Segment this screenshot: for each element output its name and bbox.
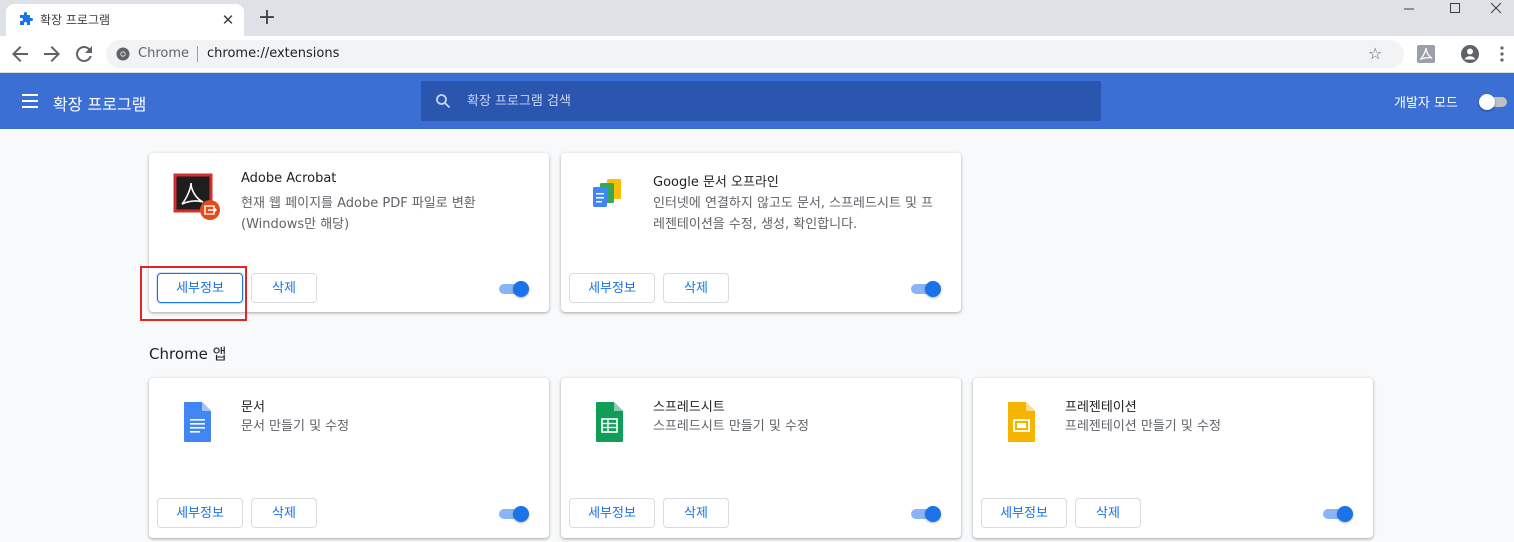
minimize-button[interactable]: [1386, 0, 1432, 20]
profile-avatar-icon[interactable]: [1460, 44, 1480, 64]
extension-description: 인터넷에 연결하지 않고도 문서, 스프레드시트 및 프레젠테이션을 수정, 생…: [653, 196, 934, 232]
app-description: 스프레드시트 만들기 및 수정: [653, 419, 809, 434]
maximize-icon: [1450, 3, 1460, 13]
extensions-header: 확장 프로그램 개발자 모드: [0, 73, 1514, 129]
extension-name: Adobe Acrobat: [241, 171, 337, 186]
app-card-slides: 프레젠테이션 프레젠테이션 만들기 및 수정 세부정보 삭제: [973, 378, 1373, 538]
google-docs-icon: [184, 402, 211, 442]
app-card-docs: 문서 문서 만들기 및 수정 세부정보 삭제: [149, 378, 549, 538]
enable-toggle[interactable]: [909, 505, 943, 523]
adobe-acrobat-icon: [173, 173, 220, 220]
app-card-sheets: 스프레드시트 스프레드시트 만들기 및 수정 세부정보 삭제: [561, 378, 961, 538]
tab-title: 확장 프로그램: [40, 13, 111, 27]
puzzle-piece-icon: [20, 12, 33, 25]
details-button[interactable]: 세부정보: [569, 498, 655, 528]
tab-strip: 확장 프로그램 ✕ +: [0, 0, 1514, 36]
google-docs-offline-icon: [593, 179, 621, 207]
back-arrow-icon[interactable]: [8, 42, 32, 66]
omnibox-url[interactable]: chrome://extensions: [207, 46, 339, 61]
close-icon: [1490, 2, 1502, 14]
maximize-button[interactable]: [1432, 0, 1478, 20]
google-slides-icon: [1008, 402, 1035, 442]
extension-name: Google 문서 오프라인: [653, 175, 779, 190]
enable-toggle[interactable]: [909, 280, 943, 298]
adobe-acrobat-extension-icon[interactable]: [1416, 44, 1436, 64]
close-tab-icon[interactable]: ✕: [220, 12, 236, 28]
app-description: 프레젠테이션 만들기 및 수정: [1065, 419, 1221, 434]
highlight-box: [140, 266, 247, 321]
bookmark-star-icon[interactable]: ☆: [1368, 44, 1382, 63]
enable-toggle[interactable]: [497, 505, 531, 523]
details-button[interactable]: 세부정보: [157, 498, 243, 528]
remove-button[interactable]: 삭제: [1075, 498, 1141, 528]
chrome-icon: [116, 47, 130, 61]
extension-description: 현재 웹 페이지를 Adobe PDF 파일로 변환 (Windows만 해당): [241, 196, 476, 232]
hamburger-menu-icon[interactable]: [22, 94, 38, 108]
omnibox-site-chip: Chrome: [138, 46, 189, 61]
extension-card-google-docs-offline: Google 문서 오프라인 인터넷에 연결하지 않고도 문서, 스프레드시트 …: [561, 153, 961, 312]
search-box[interactable]: [421, 81, 1101, 121]
close-window-button[interactable]: [1478, 0, 1514, 20]
search-input[interactable]: [467, 81, 1087, 121]
enable-toggle[interactable]: [497, 280, 531, 298]
app-name: 스프레드시트: [653, 400, 725, 415]
remove-button[interactable]: 삭제: [251, 498, 317, 528]
omnibox-divider: [197, 46, 198, 62]
search-icon: [436, 94, 451, 109]
minimize-icon: [1404, 8, 1414, 10]
remove-button[interactable]: 삭제: [663, 498, 729, 528]
developer-mode-toggle[interactable]: [1477, 94, 1509, 110]
app-description: 문서 만들기 및 수정: [241, 419, 350, 434]
more-vert-icon[interactable]: [1494, 44, 1510, 64]
reload-icon[interactable]: [72, 42, 96, 66]
app-name: 프레젠테이션: [1065, 400, 1137, 415]
new-tab-button[interactable]: +: [256, 7, 278, 30]
details-button[interactable]: 세부정보: [981, 498, 1067, 528]
details-button[interactable]: 세부정보: [569, 273, 655, 303]
remove-button[interactable]: 삭제: [251, 273, 317, 303]
chrome-apps-section-title: Chrome 앱: [149, 345, 227, 363]
developer-mode-label: 개발자 모드: [1394, 96, 1458, 111]
remove-button[interactable]: 삭제: [663, 273, 729, 303]
google-sheets-icon: [596, 402, 623, 442]
page-title: 확장 프로그램: [53, 95, 147, 114]
enable-toggle[interactable]: [1321, 505, 1355, 523]
address-bar[interactable]: Chrome chrome://extensions ☆: [106, 40, 1404, 68]
forward-arrow-icon[interactable]: [40, 42, 64, 66]
browser-toolbar: Chrome chrome://extensions ☆: [0, 36, 1514, 73]
app-name: 문서: [241, 400, 265, 415]
tab-extensions[interactable]: 확장 프로그램 ✕: [6, 4, 244, 36]
